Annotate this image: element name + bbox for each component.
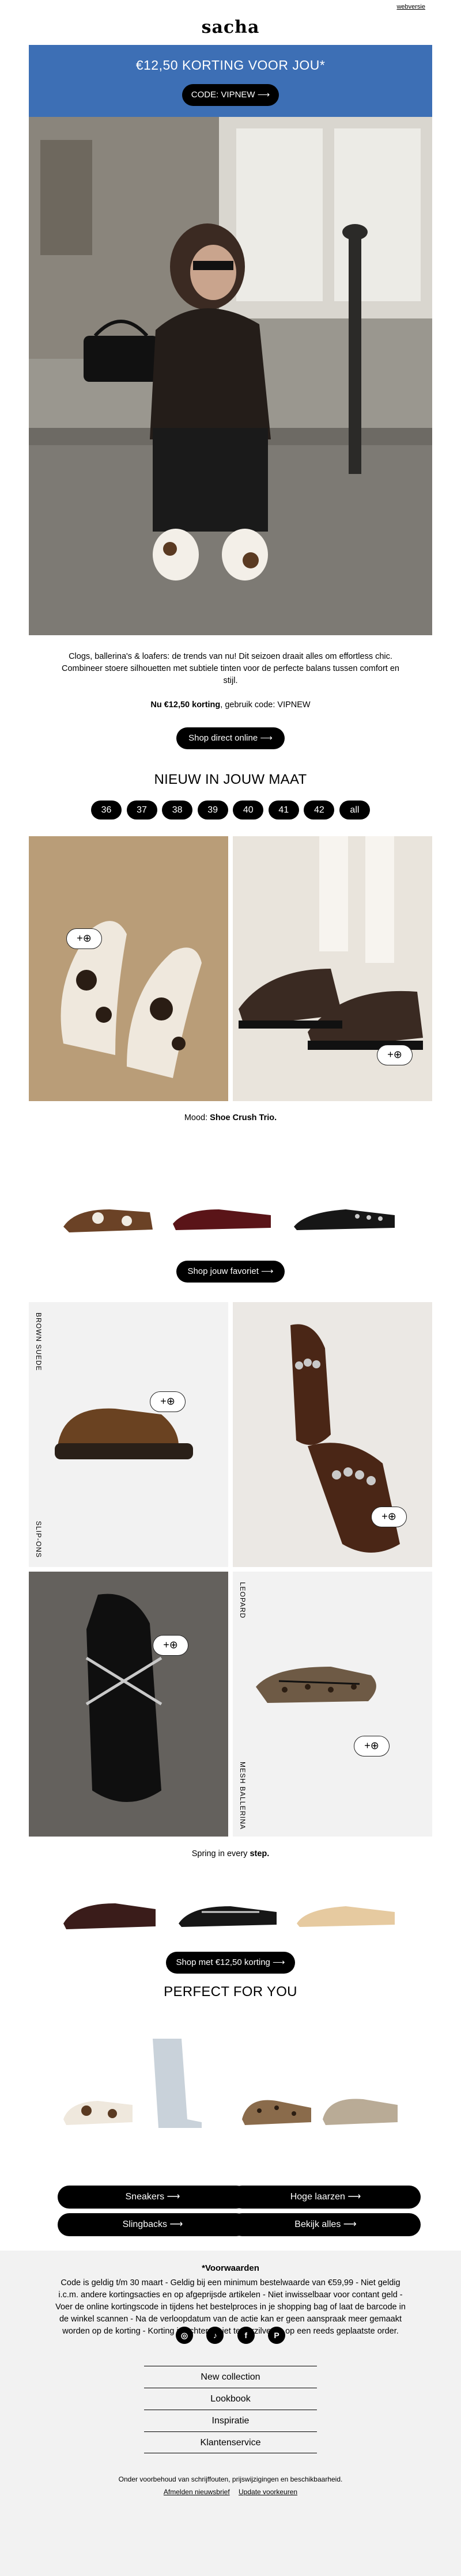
slip-ons-label: SLIP-ONS — [35, 1521, 43, 1558]
email-page: webversie sacha €12,50 KORTING VOOR JOU*… — [0, 0, 461, 2576]
size-selector: 36 37 38 39 40 41 42 all — [91, 801, 370, 820]
mesh-ballerina-label: MESH BALLERINA — [239, 1762, 247, 1830]
brown-suede-clog-image — [29, 1302, 228, 1567]
jewel-ballerina-image — [233, 1302, 432, 1567]
offer-bold: Nu €12,50 korting — [150, 700, 221, 710]
instagram-icon[interactable]: ◎ — [176, 2327, 193, 2344]
product-tile-jewel-ballerina[interactable]: +⊕ — [233, 1302, 432, 1567]
product-tile-brown-suede[interactable]: +⊕ BROWN SUEDE SLIP-ONS — [29, 1302, 228, 1567]
shop-favorite-button[interactable]: Shop jouw favoriet ⟶ — [176, 1261, 285, 1283]
footer-nav-inspiration[interactable]: Inspiratie — [144, 2410, 317, 2431]
spring-caption-bold: step. — [250, 1849, 270, 1858]
footer: *Voorwaarden Code is geldig t/m 30 maart… — [0, 2251, 461, 2576]
add-to-cart-button[interactable]: +⊕ — [153, 1635, 188, 1656]
high-boots-button[interactable]: Hoge laarzen ⟶ — [231, 2186, 421, 2209]
add-to-cart-button[interactable]: +⊕ — [371, 1507, 407, 1527]
fine-print: Onder voorbehoud van schrijffouten, prij… — [118, 2475, 343, 2483]
update-preferences-link[interactable]: Update voorkeuren — [239, 2488, 297, 2496]
hero-illustration — [29, 117, 432, 635]
add-to-cart-button[interactable]: +⊕ — [66, 928, 102, 949]
shop-online-button[interactable]: Shop direct online ⟶ — [176, 727, 285, 749]
leopard-label: LEOPARD — [239, 1582, 247, 1619]
mood-caption-bold: Shoe Crush Trio. — [210, 1113, 277, 1122]
view-all-button[interactable]: Bekijk alles ⟶ — [231, 2213, 421, 2236]
mood-caption: Mood: Shoe Crush Trio. — [0, 1113, 461, 1122]
size-42-button[interactable]: 42 — [304, 801, 335, 820]
product-tile-cow-loafers[interactable]: +⊕ — [29, 836, 228, 1101]
mood-caption-prefix: Mood: — [184, 1113, 210, 1122]
favorite-trio-image[interactable] — [58, 1192, 403, 1238]
unsubscribe-link[interactable]: Afmelden nieuwsbrief — [164, 2488, 230, 2496]
slingbacks-button[interactable]: Slingbacks ⟶ — [58, 2213, 248, 2236]
promo-trio-image[interactable] — [58, 1889, 403, 1935]
add-to-cart-button[interactable]: +⊕ — [354, 1736, 390, 1756]
spring-caption: Spring in every step. — [0, 1849, 461, 1858]
terms-title: *Voorwaarden — [202, 2263, 259, 2273]
brand-logo[interactable]: sacha — [0, 17, 461, 37]
spring-caption-prefix: Spring in every — [191, 1849, 250, 1858]
offer-rest: , gebruik code: VIPNEW — [220, 700, 311, 710]
webversion-link[interactable]: webversie — [396, 3, 425, 10]
footer-nav: New collection Lookbook Inspiratie Klant… — [144, 2366, 317, 2453]
add-to-cart-button[interactable]: +⊕ — [150, 1391, 186, 1412]
product-tile-leopard-mesh[interactable]: +⊕ LEOPARD MESH BALLERINA — [233, 1572, 432, 1837]
size-36-button[interactable]: 36 — [91, 801, 122, 820]
pinterest-icon[interactable]: P — [267, 2327, 285, 2344]
intro-text: Clogs, ballerina's & loafers: de trends … — [62, 652, 399, 685]
offer-line: Nu €12,50 korting, gebruik code: VIPNEW — [0, 700, 461, 710]
brown-suede-label: BROWN SUEDE — [35, 1312, 43, 1371]
footer-links: Afmelden nieuwsbrief Update voorkeuren — [0, 2488, 461, 2496]
hero-image[interactable] — [29, 117, 432, 635]
footer-nav-customer-service[interactable]: Klantenservice — [144, 2431, 317, 2453]
footer-nav-lookbook[interactable]: Lookbook — [144, 2388, 317, 2410]
perfect-title: PERFECT FOR YOU — [164, 1984, 297, 2000]
size-37-button[interactable]: 37 — [126, 801, 157, 820]
footer-nav-new-collection[interactable]: New collection — [144, 2366, 317, 2388]
shop-discount-button[interactable]: Shop met €12,50 korting ⟶ — [166, 1952, 295, 1974]
black-ballerina-image — [29, 1572, 228, 1837]
add-to-cart-button[interactable]: +⊕ — [377, 1045, 413, 1065]
sizes-title: NIEUW IN JOUW MAAT — [154, 772, 307, 787]
product-tile-boat-shoes[interactable]: +⊕ — [233, 836, 432, 1101]
product-tile-black-strap-ballerina[interactable]: +⊕ — [29, 1572, 228, 1837]
category-products-image[interactable] — [58, 2027, 403, 2137]
promo-code-button[interactable]: CODE: VIPNEW ⟶ — [182, 84, 279, 106]
promo-headline: €12,50 KORTING VOOR JOU* — [135, 58, 326, 73]
social-links: ◎ ♪ f P — [176, 2327, 285, 2344]
size-41-button[interactable]: 41 — [268, 801, 299, 820]
size-38-button[interactable]: 38 — [162, 801, 193, 820]
facebook-icon[interactable]: f — [237, 2327, 255, 2344]
tiktok-icon[interactable]: ♪ — [206, 2327, 224, 2344]
sneakers-button[interactable]: Sneakers ⟶ — [58, 2186, 248, 2209]
size-40-button[interactable]: 40 — [233, 801, 264, 820]
leopard-mesh-image — [233, 1572, 432, 1837]
size-39-button[interactable]: 39 — [197, 801, 228, 820]
promo-banner: €12,50 KORTING VOOR JOU* CODE: VIPNEW ⟶ — [29, 45, 432, 117]
size-all-button[interactable]: all — [339, 801, 370, 820]
cow-loafers-image — [29, 836, 228, 1101]
